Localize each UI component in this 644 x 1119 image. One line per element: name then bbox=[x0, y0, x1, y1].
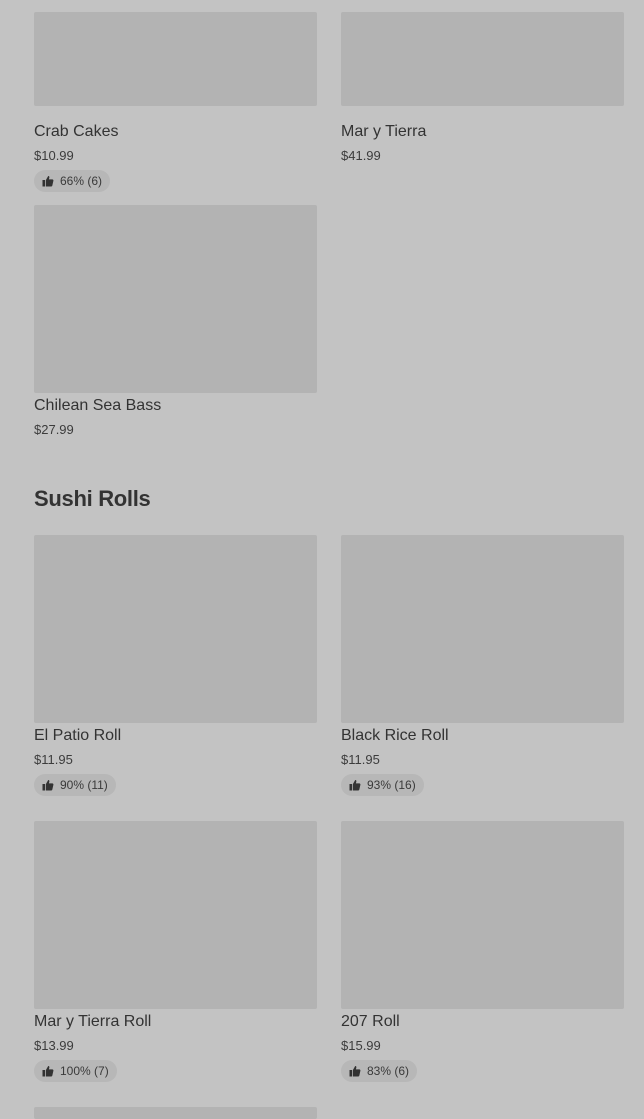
thumbs-up-icon bbox=[42, 1066, 54, 1077]
menu-item-card[interactable]: Mar y Tierra $41.99 bbox=[341, 12, 624, 163]
rating-badge: 90% (11) bbox=[34, 774, 116, 796]
menu-item-price: $13.99 bbox=[34, 1038, 74, 1053]
thumbs-up-icon bbox=[42, 780, 54, 791]
menu-item-name: 207 Roll bbox=[341, 1013, 400, 1030]
rating-text: 83% (6) bbox=[367, 1064, 410, 1078]
thumbs-up-icon bbox=[349, 780, 361, 791]
rating-text: 90% (11) bbox=[60, 778, 108, 792]
menu-item-image bbox=[34, 1107, 317, 1119]
menu-item-price: $11.95 bbox=[34, 752, 73, 767]
menu-item-card[interactable]: Mar y Tierra Roll $13.99 100% (7) bbox=[34, 821, 317, 1082]
menu-item-price: $10.99 bbox=[34, 148, 74, 163]
menu-item-card[interactable]: Chilean Sea Bass $27.99 bbox=[34, 205, 317, 437]
menu-item-card[interactable] bbox=[34, 1107, 317, 1119]
menu-item-name: El Patio Roll bbox=[34, 727, 122, 744]
section-title: Sushi Rolls bbox=[34, 486, 151, 511]
menu-item-price: $27.99 bbox=[34, 422, 74, 437]
menu-item-card[interactable]: Black Rice Roll $11.95 93% (16) bbox=[341, 535, 624, 796]
thumbs-up-icon bbox=[42, 176, 54, 187]
menu-item-price: $15.99 bbox=[341, 1038, 381, 1053]
menu-item-card[interactable]: Crab Cakes $10.99 66% (6) bbox=[34, 12, 317, 192]
menu-item-name: Crab Cakes bbox=[34, 123, 119, 140]
menu-item-name: Chilean Sea Bass bbox=[34, 397, 162, 414]
menu-item-image bbox=[34, 12, 317, 106]
menu-item-image bbox=[34, 535, 317, 723]
rating-badge: 66% (6) bbox=[34, 170, 111, 192]
rating-badge: 100% (7) bbox=[34, 1060, 117, 1082]
rating-badge: 83% (6) bbox=[341, 1060, 418, 1082]
menu-item-card[interactable]: 207 Roll $15.99 83% (6) bbox=[341, 821, 624, 1082]
menu-item-name: Black Rice Roll bbox=[341, 727, 449, 744]
rating-badge: 93% (16) bbox=[341, 774, 424, 796]
rating-text: 66% (6) bbox=[60, 174, 103, 188]
menu-item-image bbox=[34, 205, 317, 393]
menu-item-card[interactable]: El Patio Roll $11.95 90% (11) bbox=[34, 535, 317, 796]
rating-text: 93% (16) bbox=[367, 778, 416, 792]
menu-item-price: $11.95 bbox=[341, 752, 380, 767]
rating-text: 100% (7) bbox=[60, 1064, 109, 1078]
menu-item-name: Mar y Tierra Roll bbox=[34, 1013, 152, 1030]
menu-item-name: Mar y Tierra bbox=[341, 123, 427, 140]
menu-item-image bbox=[341, 535, 624, 723]
menu-item-image bbox=[341, 821, 624, 1009]
menu-item-image bbox=[34, 821, 317, 1009]
menu-page: Crab Cakes $10.99 66% (6) Mar y Tierra $… bbox=[0, 0, 644, 1119]
menu-item-price: $41.99 bbox=[341, 148, 381, 163]
thumbs-up-icon bbox=[349, 1066, 361, 1077]
menu-item-image bbox=[341, 12, 624, 106]
